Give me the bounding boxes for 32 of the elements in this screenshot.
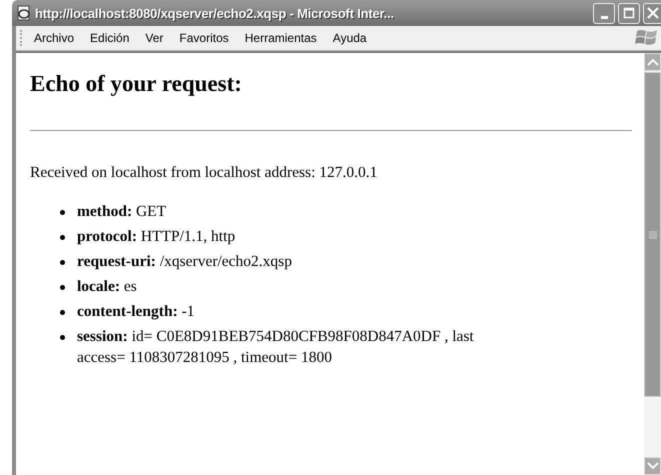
request-field: locale: es [77,277,494,298]
bullet-icon [60,235,65,240]
maximize-button[interactable] [618,2,640,24]
received-text: Received on localhost from localhost address: 127.0.0.1 [30,164,378,182]
bullet-icon [60,285,65,290]
bullet-icon [60,210,65,215]
request-field: method: GET [77,202,494,222]
window-title: http://localhost:8080/xqserver/echo2.xqsp - Microsoft Inter... [35,6,395,20]
grip-icon [648,230,656,238]
bullet-icon [60,335,65,340]
close-button[interactable] [643,2,661,24]
menu-item[interactable]: Edición [90,31,130,45]
menu-item[interactable]: Herramientas [244,31,317,45]
menu-item[interactable]: Ayuda [332,31,367,45]
menu-item[interactable]: Archivo [34,31,74,45]
bullet-icon [60,310,65,315]
scrollbar[interactable] [644,53,661,475]
minimize-icon [600,16,608,18]
minimize-button[interactable] [593,2,615,24]
request-field: request-uri: /xqserver/echo2.xqsp [77,252,494,272]
request-field: session: id= C0E8D91BEB754D80CFB98F08D847A0DF , last access= 1108307281095 , timeout= 1800 [77,327,494,368]
bullet-icon [60,260,65,265]
request-field: content-length: -1 [77,302,494,322]
request-field: protocol: HTTP/1.1, http [77,227,494,248]
scroll-up-button[interactable] [644,53,661,71]
scroll-thumb[interactable] [644,72,661,397]
menu-item[interactable]: Ver [145,31,164,45]
close-icon [646,6,660,20]
menu-item[interactable]: Favoritos [179,31,229,45]
scroll-down-button[interactable] [644,457,661,475]
maximize-icon [623,7,635,19]
page-heading: Echo of your request: [30,71,243,97]
